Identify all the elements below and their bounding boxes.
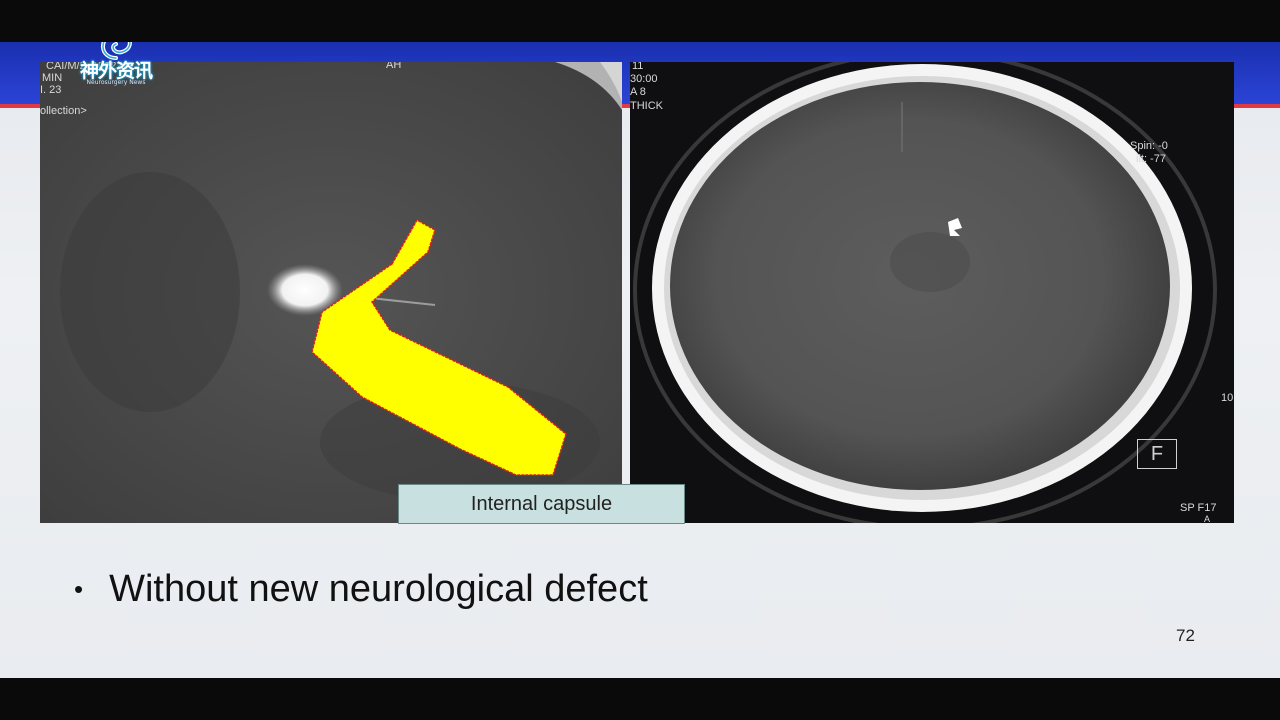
left-scan-header-line-3: I. 23: [40, 84, 62, 96]
left-scan-graphic: [40, 62, 622, 523]
brand-logo: 神外资讯 Neurosurgery News: [70, 42, 162, 96]
right-scan-corner-letter: F: [1150, 443, 1164, 465]
right-scan-spin-value: Spin: -0: [1130, 140, 1168, 152]
right-scan-tilt-value: ilt: -77: [1136, 153, 1166, 165]
right-scan-header-line-3: A 8: [630, 86, 646, 98]
presentation-slide: CAI/M/2 101227 MIN I. 23 ollection> AH 1…: [0, 42, 1280, 678]
logo-english-text: Neurosurgery News: [86, 79, 146, 86]
bullet-symbol: •: [74, 573, 84, 604]
bullet-point: • Without new neurological defect: [74, 566, 648, 612]
left-scan-header-line-2: MIN: [42, 72, 63, 84]
internal-capsule-label-text: Internal capsule: [470, 492, 613, 515]
right-scan-bottom-small: A: [1204, 514, 1211, 523]
right-scan-header-line-4: THICK: [630, 100, 663, 112]
right-scan-bottom-code: SP F17: [1180, 502, 1217, 514]
slide-page-number: 72: [1176, 626, 1195, 645]
right-scan-corner-marker: F: [1137, 439, 1177, 469]
right-scan-image: 11 30:00 A 8 THICK Spin: -0 ilt: -77 10 …: [630, 62, 1234, 523]
bullet-text: Without new neurological defect: [109, 567, 648, 610]
left-scan-image: CAI/M/2 101227 MIN I. 23 ollection> AH: [40, 62, 622, 523]
internal-capsule-label: Internal capsule: [398, 484, 685, 524]
left-scan-header-line-4: ollection>: [40, 105, 87, 117]
right-scan-edge-number: 10: [1221, 392, 1234, 404]
right-scan-header-line-2: 30:00: [630, 73, 658, 85]
left-scan-orientation-label: AH: [386, 62, 402, 71]
right-scan-header-line-1: 11: [632, 62, 644, 72]
